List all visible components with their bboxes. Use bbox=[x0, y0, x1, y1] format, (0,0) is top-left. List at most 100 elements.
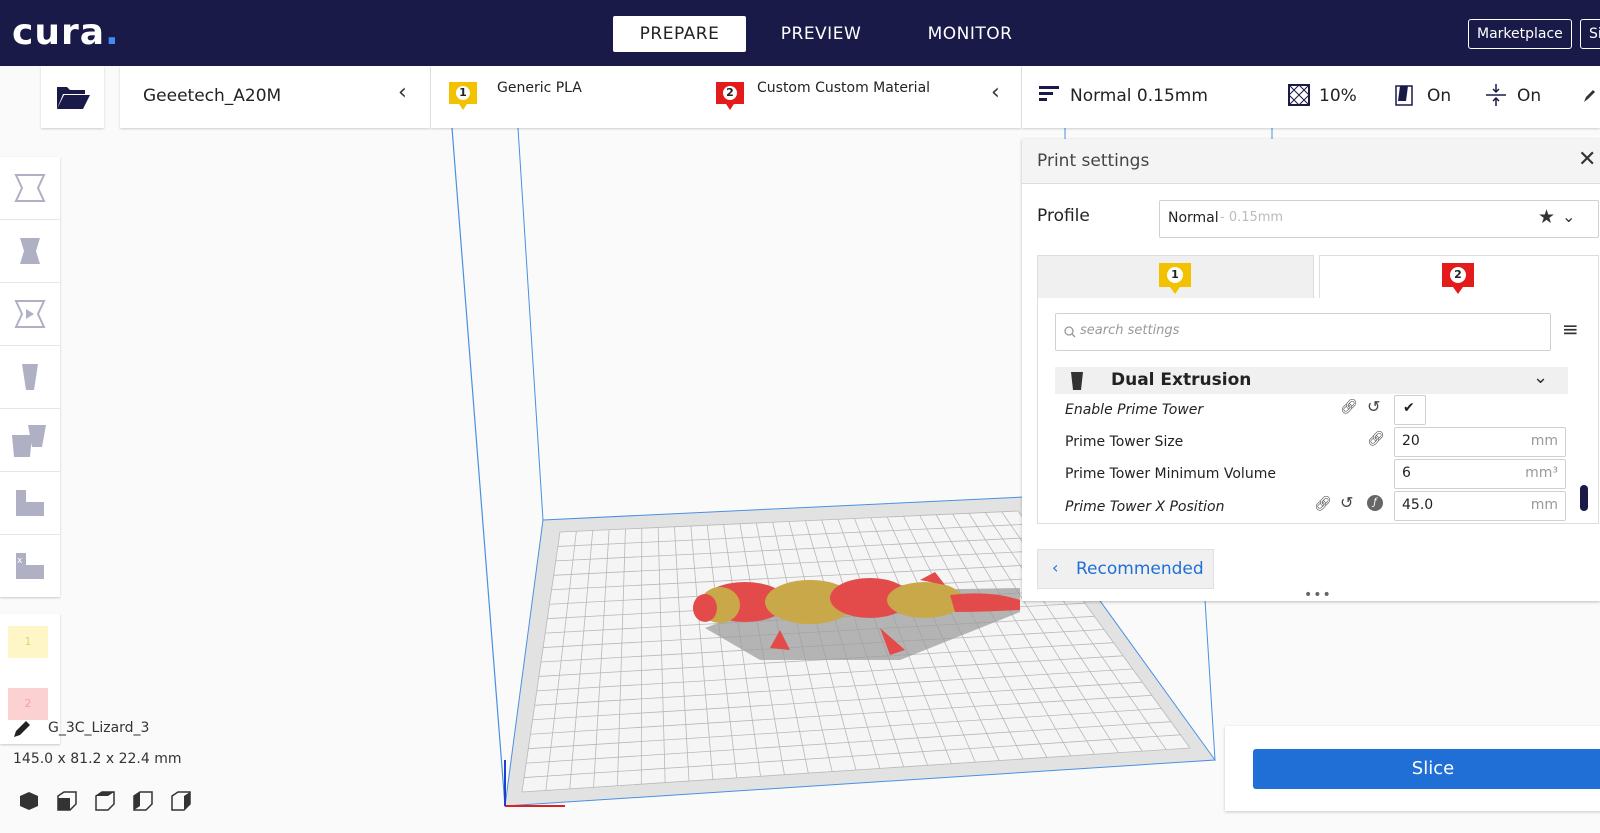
enable-prime-tower-checkbox[interactable]: ✔ bbox=[1394, 395, 1426, 425]
print-settings-panel: Print settings ✕ Profile Normal - 0.15mm… bbox=[1022, 139, 1600, 603]
search-settings-input[interactable]: search settings bbox=[1055, 313, 1551, 351]
setting-label-prime-tower-size: Prime Tower Size bbox=[1065, 434, 1184, 450]
rotate-icon bbox=[14, 300, 46, 328]
prime-tower-size-unit: mm bbox=[1530, 433, 1558, 449]
infill-icon bbox=[1288, 84, 1310, 106]
print-settings-header: Print settings ✕ bbox=[1022, 139, 1600, 184]
adhesion-icon bbox=[1486, 84, 1506, 106]
recommended-button[interactable]: ‹ Recommended bbox=[1037, 549, 1214, 589]
tab-monitor[interactable]: MONITOR bbox=[912, 16, 1028, 52]
mirror-tool[interactable] bbox=[0, 346, 60, 409]
3d-view-icon[interactable] bbox=[18, 790, 40, 812]
dual-extrusion-icon bbox=[1071, 372, 1083, 390]
prime-tower-x-position-value: 45.0 bbox=[1402, 497, 1434, 513]
profile-name: Normal bbox=[1168, 210, 1219, 226]
extruder-1-assign-label: 1 bbox=[24, 635, 32, 648]
pencil-icon[interactable] bbox=[12, 719, 32, 739]
extruder-tab-2[interactable]: 2 bbox=[1319, 255, 1599, 300]
search-placeholder: search settings bbox=[1080, 323, 1180, 338]
profile-dropdown[interactable]: Normal - 0.15mm ★ ⌄ bbox=[1159, 200, 1599, 238]
settings-menu-icon[interactable]: ≡ bbox=[1562, 317, 1579, 341]
profile-label: Profile bbox=[1037, 206, 1090, 226]
marketplace-button[interactable]: Marketplace bbox=[1468, 19, 1572, 49]
prime-tower-x-position-input[interactable]: 45.0 mm bbox=[1394, 491, 1566, 521]
category-title: Dual Extrusion bbox=[1111, 370, 1252, 390]
profile-detail: - 0.15mm bbox=[1220, 210, 1284, 225]
category-dual-extrusion[interactable]: Dual Extrusion ⌄ bbox=[1055, 367, 1568, 394]
setting-label-prime-tower-min-volume: Prime Tower Minimum Volume bbox=[1065, 466, 1276, 482]
extruder-1-number: 1 bbox=[459, 86, 467, 99]
open-file-button[interactable] bbox=[41, 66, 104, 128]
extruder-tab-1-number: 1 bbox=[1171, 268, 1179, 281]
folder-open-icon bbox=[57, 87, 90, 109]
setting-label-prime-tower-x-position: Prime Tower X Position bbox=[1065, 499, 1225, 515]
support-value: On bbox=[1427, 86, 1452, 106]
move-tool[interactable] bbox=[0, 157, 60, 220]
link-icon[interactable]: 🔗︎ bbox=[1367, 431, 1385, 447]
chevron-left-icon: ‹ bbox=[1052, 558, 1059, 577]
tab-prepare[interactable]: PREPARE bbox=[613, 16, 746, 52]
link-icon[interactable]: 🔗︎ bbox=[1340, 399, 1358, 415]
infill-value: 10% bbox=[1319, 86, 1357, 106]
svg-text:x: x bbox=[17, 556, 23, 566]
prime-tower-min-volume-unit: mm³ bbox=[1525, 465, 1558, 481]
extruder-1-assign-button[interactable]: 1 bbox=[8, 626, 48, 658]
move-icon bbox=[14, 174, 46, 202]
left-toolbar: x bbox=[0, 157, 60, 597]
extruder-2-assign-button[interactable]: 2 bbox=[8, 688, 48, 720]
view-orientation-bar bbox=[18, 790, 198, 814]
search-icon bbox=[1064, 326, 1076, 338]
prime-tower-size-input[interactable]: 20 mm bbox=[1394, 427, 1566, 457]
signin-button[interactable]: Sign in bbox=[1580, 19, 1600, 49]
tab-preview[interactable]: PREVIEW bbox=[766, 16, 876, 52]
prime-tower-x-position-unit: mm bbox=[1530, 497, 1558, 513]
rotate-tool[interactable] bbox=[0, 283, 60, 346]
resize-handle-icon[interactable]: ••• bbox=[1304, 587, 1332, 603]
setting-label-enable-prime-tower: Enable Prime Tower bbox=[1065, 402, 1204, 418]
right-view-icon[interactable] bbox=[170, 790, 192, 812]
support-eraser-icon: x bbox=[16, 553, 44, 579]
adhesion-value: On bbox=[1517, 86, 1542, 106]
logo-text: cura bbox=[12, 12, 106, 53]
front-view-icon[interactable] bbox=[56, 790, 78, 812]
per-model-settings-tool[interactable] bbox=[0, 409, 60, 472]
checkmark-icon: ✔ bbox=[1403, 400, 1415, 416]
mirror-icon bbox=[22, 364, 38, 390]
settings-scrollbar[interactable] bbox=[1580, 485, 1588, 511]
link-icon[interactable]: 🔗︎ bbox=[1314, 496, 1332, 512]
profile-summary: Normal 0.15mm bbox=[1070, 86, 1208, 106]
printer-selector[interactable]: Geeetech_A20M ‹ bbox=[120, 66, 430, 128]
prime-tower-size-value: 20 bbox=[1402, 433, 1420, 449]
chevron-left-icon: ‹ bbox=[398, 80, 407, 105]
print-settings-summary[interactable]: Normal 0.15mm 10% On On bbox=[1022, 66, 1600, 128]
extruder-1-material: Generic PLA bbox=[497, 80, 582, 96]
cura-logo: cura. bbox=[12, 10, 120, 56]
prime-tower-min-volume-value: 6 bbox=[1402, 465, 1411, 481]
reset-icon[interactable]: ↺ bbox=[1340, 493, 1353, 512]
reset-icon[interactable]: ↺ bbox=[1367, 397, 1380, 416]
profile-icon bbox=[1039, 86, 1059, 101]
object-dimensions: 145.0 x 81.2 x 22.4 mm bbox=[13, 751, 182, 767]
prime-tower-min-volume-input[interactable]: 6 mm³ bbox=[1394, 459, 1566, 489]
support-blocker-tool[interactable] bbox=[0, 472, 60, 535]
extruder-2-material: Custom Custom Material bbox=[757, 80, 931, 96]
support-eraser-tool[interactable]: x bbox=[0, 535, 60, 597]
function-icon[interactable]: ƒ bbox=[1367, 495, 1383, 511]
print-settings-title: Print settings bbox=[1037, 151, 1150, 171]
per-model-settings-icon bbox=[12, 425, 46, 457]
left-view-icon[interactable] bbox=[132, 790, 154, 812]
extruder-tab-1[interactable]: 1 bbox=[1037, 255, 1314, 299]
support-blocker-icon bbox=[16, 490, 44, 516]
chevron-left-icon: ‹ bbox=[991, 80, 1000, 105]
scale-tool[interactable] bbox=[0, 220, 60, 283]
extruder-2-number: 2 bbox=[726, 86, 734, 99]
support-icon bbox=[1395, 85, 1413, 106]
extruder-2-assign-label: 2 bbox=[24, 697, 32, 710]
material-selector[interactable]: 1 Generic PLA 2 Custom Custom Material ‹ bbox=[431, 66, 1021, 128]
close-icon[interactable]: ✕ bbox=[1578, 147, 1596, 172]
star-icon[interactable]: ★ bbox=[1538, 206, 1555, 228]
slice-button[interactable]: Slice bbox=[1253, 749, 1600, 789]
pencil-icon bbox=[1584, 90, 1595, 102]
top-view-icon[interactable] bbox=[94, 790, 116, 812]
chevron-down-icon: ⌄ bbox=[1533, 367, 1549, 388]
